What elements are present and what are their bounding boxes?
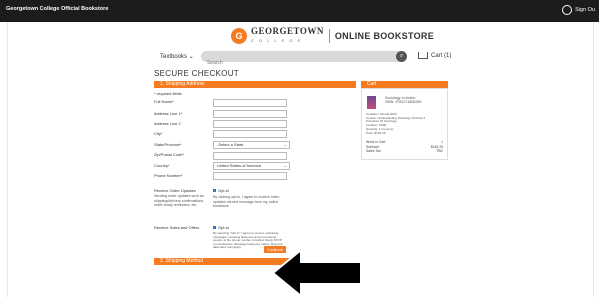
sales-offers-label: Receive Sales and Offers [154,225,200,230]
city-field[interactable] [213,130,287,138]
address2-label: Address Line 2 [154,121,181,126]
full-name-field[interactable] [213,99,287,107]
search-input[interactable] [207,60,357,66]
chevron-down-icon: ⌄ [283,163,287,168]
sales-tax-row: Sales Tax: TBD [366,149,443,153]
logo-divider [328,29,330,43]
order-updates-checkbox[interactable] [213,189,216,192]
cart-header: Cart [361,81,448,88]
cart-item-details: Condition: Rental 2023 Course: Understan… [366,112,425,135]
sales-offers-checkbox[interactable] [213,226,216,229]
store-logo[interactable]: G GEORGETOWN C O L L E G E ONLINE BOOKST… [231,27,434,45]
order-updates-description: Sending order updates such as shipping/d… [154,194,205,208]
state-select[interactable]: -Select a State- ⌄ [213,141,290,149]
book-cover-image [367,96,376,109]
order-updates-optin-label: Opt-in [218,188,229,193]
address1-field[interactable] [213,110,287,118]
full-name-label: Full Name* [154,99,174,104]
college-seal-icon: G [231,28,247,44]
search-icon: ⌕ [399,53,404,59]
country-label: Country* [154,163,170,168]
phone-label: Phone Number* [154,173,183,178]
sales-offers-optin-label: Opt-in [218,225,229,230]
top-bar: Georgetown College Official Bookstore Si… [0,0,599,22]
zip-field[interactable] [213,152,287,160]
country-select[interactable]: United States of America ⌄ [213,162,290,170]
brand-name: GEORGETOWN C O L L E G E [251,26,324,44]
store-title: Georgetown College Official Bookstore [6,6,109,12]
address1-label: Address Line 1* [154,111,183,116]
search-bar: ⌕ [201,51,407,66]
cart-item-isbn: ISBN: 9781071806289 [385,100,422,104]
address2-field[interactable] [213,120,287,128]
store-name: ONLINE BOOKSTORE [334,31,435,41]
page-title: SECURE CHECKOUT [154,69,239,78]
required-note: * required fields [154,91,182,96]
cart-icon [418,52,428,59]
main-nav: Textbooks ⌄ [160,53,200,60]
city-label: City* [154,131,163,136]
search-button[interactable]: ⌕ [396,51,407,62]
order-updates-label: Receive Order Updates [154,188,196,193]
cart-summary-panel: Sociology In Action ISBN: 9781071806289 … [361,88,448,160]
sign-out-link[interactable]: Sign Ou [562,5,595,15]
order-updates-consent: By clicking opt-in, I agree to receive o… [213,195,280,209]
state-label: State/Province* [154,142,182,147]
cart-totals: Items in Cart: 1 Subtotal: $145.25 Sales T… [366,140,443,154]
chevron-down-icon: ⌄ [283,142,287,147]
zip-label: Zip/Postal Code* [154,152,185,157]
user-icon [562,5,573,15]
detail-row: Price: $145.25 [366,130,386,135]
phone-field[interactable] [213,172,287,180]
cart-link[interactable]: Cart (1) [418,52,451,59]
pointer-arrow-icon [273,250,362,296]
textbooks-menu[interactable]: Textbooks ⌄ [160,53,200,60]
shipping-address-header[interactable]: 1. Shipping Address [154,81,356,88]
